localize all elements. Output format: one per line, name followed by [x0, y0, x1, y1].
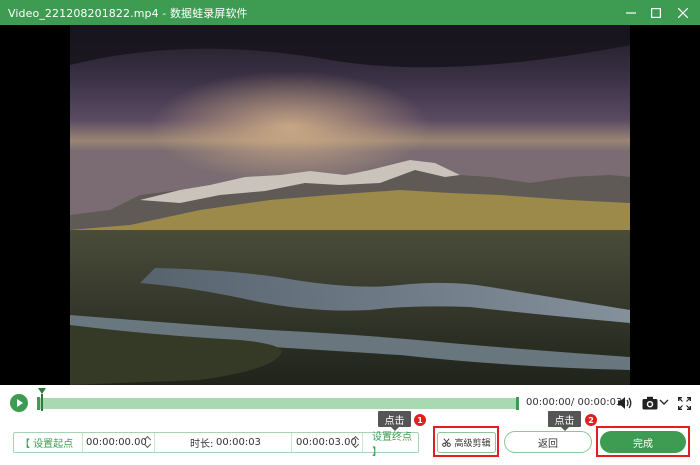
duration-label: 时长:: [190, 439, 214, 450]
video-frame: [70, 25, 630, 385]
timeline-start-handle[interactable]: [37, 397, 40, 410]
tooltip-arrow: [560, 427, 569, 431]
click-tooltip-2: 点击: [548, 411, 581, 431]
minimize-icon: [626, 11, 636, 14]
done-button[interactable]: 完成: [600, 431, 686, 453]
step-badge-2: 2: [585, 414, 597, 426]
set-end-button[interactable]: 设置终点 】: [372, 432, 418, 458]
divider: [82, 433, 83, 452]
advanced-edit-label: 高级剪辑: [454, 439, 491, 449]
window-title: Video_221208201822.mp4 - 数据蛙录屏软件: [8, 6, 248, 20]
camera-icon[interactable]: [642, 396, 658, 410]
minimize-button[interactable]: [618, 0, 644, 25]
tooltip-label: 点击: [554, 415, 575, 427]
playhead-line: [41, 394, 43, 411]
play-icon[interactable]: [10, 394, 28, 412]
end-time-stepper[interactable]: [352, 435, 359, 450]
control-panel: 00:00:00/ 00:00:03 【 设置起点 00:00:00.00 时长…: [0, 385, 700, 465]
chevron-down-icon[interactable]: [659, 397, 669, 407]
time-display: 00:00:00/ 00:00:03: [526, 397, 623, 408]
maximize-icon: [651, 7, 661, 18]
start-time-stepper[interactable]: [144, 435, 151, 450]
maximize-button[interactable]: [643, 0, 669, 25]
start-time-field[interactable]: 00:00:00.00: [86, 433, 147, 452]
tooltip-label: 点击: [384, 415, 405, 427]
volume-icon[interactable]: [617, 395, 633, 411]
title-bar: Video_221208201822.mp4 - 数据蛙录屏软件: [0, 0, 700, 25]
video-player[interactable]: [0, 25, 700, 385]
tooltip-arrow: [390, 427, 399, 431]
divider: [154, 433, 155, 452]
back-button[interactable]: 返回: [504, 431, 592, 453]
duration-value: 00:00:03: [216, 437, 261, 448]
end-time-field[interactable]: 00:00:03.00: [296, 433, 357, 452]
timeline-track[interactable]: [37, 397, 519, 410]
close-button[interactable]: [670, 0, 696, 25]
scissors-icon: [442, 438, 452, 447]
divider: [291, 433, 292, 452]
advanced-edit-button[interactable]: 高级剪辑: [437, 432, 496, 453]
close-icon: [678, 7, 688, 18]
step-badge-1: 1: [414, 414, 426, 426]
timeline-end-handle[interactable]: [516, 397, 519, 410]
divider: [362, 433, 363, 452]
trim-edit-bar: 【 设置起点 00:00:00.00 时长: 00:00:03 00:00:03…: [13, 432, 419, 458]
fullscreen-icon[interactable]: [678, 397, 691, 410]
set-start-button[interactable]: 【 设置起点: [20, 433, 73, 452]
video-preview-image: [70, 25, 630, 385]
click-tooltip-1: 点击: [378, 411, 411, 431]
